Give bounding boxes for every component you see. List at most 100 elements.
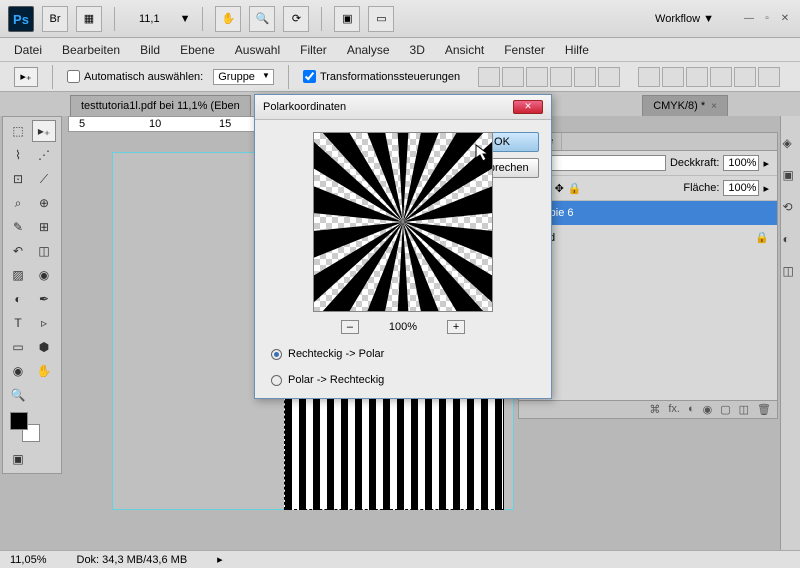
3d-tool[interactable]: ⬢: [32, 336, 56, 358]
auto-select-dropdown[interactable]: Gruppe: [213, 69, 274, 85]
tools-panel: ⬚ ▸₊ ⌇ ⋰ ⊡ ⟋ ⌕ ⊕ ✎ ⊞ ↶ ◫ ▨ ◉ ◐ ✒ T ▹ ▭ ⬢…: [2, 116, 62, 474]
layers-panel: Pfade Deckkraft: 100% ▸ ⬚ ✎ ✥ 🔒 Fläche: …: [518, 132, 778, 419]
status-doc[interactable]: Dok: 34,3 MB/43,6 MB: [77, 554, 188, 566]
dialog-title: Polarkoordinaten: [263, 101, 346, 113]
zoom-tool[interactable]: 🔍: [6, 384, 30, 406]
new-layer-icon[interactable]: ◫: [739, 403, 749, 416]
chevron-down-icon[interactable]: ▼: [180, 13, 191, 25]
mini-bridge-button[interactable]: ▦: [76, 6, 102, 32]
bridge-button[interactable]: Br: [42, 6, 68, 32]
path-tool[interactable]: ▹: [32, 312, 56, 334]
marquee-tool[interactable]: ⬚: [6, 120, 30, 142]
menu-auswahl[interactable]: Auswahl: [235, 43, 280, 57]
fx-icon[interactable]: fx.: [668, 403, 680, 416]
fill-value[interactable]: 100%: [723, 180, 759, 196]
menu-ebene[interactable]: Ebene: [180, 43, 215, 57]
transform-controls-checkbox[interactable]: Transformationssteuerungen: [303, 70, 460, 83]
color-swatches[interactable]: [10, 412, 40, 442]
panels-dock: Pfade Deckkraft: 100% ▸ ⬚ ✎ ✥ 🔒 Fläche: …: [518, 132, 778, 421]
move-lock-icon[interactable]: ✥: [555, 182, 564, 195]
layer-row[interactable]: grund 🔒: [519, 225, 777, 250]
eyedropper-tool[interactable]: ⌕: [6, 192, 30, 214]
history-brush-tool[interactable]: ↶: [6, 240, 30, 262]
zoom-in-button[interactable]: +: [447, 320, 465, 334]
preview-image[interactable]: [313, 132, 493, 312]
brush-tool[interactable]: ✎: [6, 216, 30, 238]
wand-tool[interactable]: ⋰: [32, 144, 56, 166]
link-icon[interactable]: ⌘: [649, 403, 660, 416]
radio-icon: [271, 349, 282, 360]
folder-icon[interactable]: ▢: [720, 403, 730, 416]
stamp-tool[interactable]: ⊞: [32, 216, 56, 238]
gradient-tool[interactable]: ▨: [6, 264, 30, 286]
menu-hilfe[interactable]: Hilfe: [565, 43, 589, 57]
menu-fenster[interactable]: Fenster: [504, 43, 545, 57]
dock-icon[interactable]: ◐: [783, 232, 799, 248]
dock-icon[interactable]: ◫: [783, 264, 799, 280]
status-zoom[interactable]: 11,05%: [10, 554, 47, 566]
dock-icon[interactable]: ⟲: [783, 200, 799, 216]
lasso-tool[interactable]: ⌇: [6, 144, 30, 166]
eraser-tool[interactable]: ◫: [32, 240, 56, 262]
zoom-out-button[interactable]: –: [341, 320, 359, 334]
lock-icon: 🔒: [755, 231, 769, 244]
menu-ansicht[interactable]: Ansicht: [445, 43, 484, 57]
dialog-close-button[interactable]: ✕: [513, 100, 543, 114]
opacity-value[interactable]: 100%: [723, 155, 759, 171]
hand-tool[interactable]: ✋: [32, 360, 56, 382]
dock-icon[interactable]: ◈: [783, 136, 799, 152]
layers-footer: ⌘ fx. ◐ ◉ ▢ ◫ 🗑: [519, 400, 777, 418]
heal-tool[interactable]: ⊕: [32, 192, 56, 214]
move-tool[interactable]: ▸₊: [32, 120, 56, 142]
mask-icon[interactable]: ◐: [688, 403, 695, 416]
menu-bearbeiten[interactable]: Bearbeiten: [62, 43, 120, 57]
zoom-display[interactable]: 11,1: [127, 11, 172, 27]
menu-filter[interactable]: Filter: [300, 43, 327, 57]
arrange-docs-icon[interactable]: ▣: [334, 6, 360, 32]
doc-tab-2[interactable]: CMYK/8) * ×: [642, 95, 728, 116]
distribute-group: [638, 67, 780, 87]
menu-bild[interactable]: Bild: [140, 43, 160, 57]
adjustment-icon[interactable]: ◉: [703, 403, 713, 416]
align-button[interactable]: [478, 67, 500, 87]
type-tool[interactable]: T: [6, 312, 30, 334]
dodge-tool[interactable]: ◐: [6, 288, 30, 310]
tab-close-icon[interactable]: ×: [711, 101, 717, 112]
chevron-down-icon[interactable]: ▸: [763, 157, 769, 170]
hand-tool-icon[interactable]: ✋: [215, 6, 241, 32]
slice-tool[interactable]: ⟋: [32, 168, 56, 190]
blur-tool[interactable]: ◉: [32, 264, 56, 286]
menu-datei[interactable]: Datei: [14, 43, 42, 57]
trash-icon[interactable]: 🗑: [757, 403, 771, 416]
camera-tool[interactable]: ◉: [6, 360, 30, 382]
shape-tool[interactable]: ▭: [6, 336, 30, 358]
maximize-icon[interactable]: ▫: [760, 13, 774, 25]
artwork-stripes[interactable]: [284, 380, 504, 510]
app-icon: Ps: [8, 6, 34, 32]
minimize-icon[interactable]: —: [742, 13, 756, 25]
preview-zoom: 100%: [389, 321, 417, 333]
auto-select-checkbox[interactable]: Automatisch auswählen:: [67, 70, 203, 83]
rotate-view-icon[interactable]: ⟳: [283, 6, 309, 32]
crop-tool[interactable]: ⊡: [6, 168, 30, 190]
align-group: [478, 67, 620, 87]
radio-rect-to-polar[interactable]: Rechteckig -> Polar: [267, 348, 539, 360]
menu-analyse[interactable]: Analyse: [347, 43, 390, 57]
doc-tab-1[interactable]: testtutoria1l.pdf bei 11,1% (Eben: [70, 95, 251, 116]
status-bar: 11,05% Dok: 34,3 MB/43,6 MB ▸: [0, 550, 800, 568]
radio-polar-to-rect[interactable]: Polar -> Rechteckig: [267, 374, 539, 386]
screen-mode-icon[interactable]: ▭: [368, 6, 394, 32]
zoom-tool-icon[interactable]: 🔍: [249, 6, 275, 32]
pen-tool[interactable]: ✒: [32, 288, 56, 310]
layer-row[interactable]: 1 Kopie 6: [519, 201, 777, 225]
close-icon[interactable]: ✕: [778, 13, 792, 25]
chevron-right-icon[interactable]: ▸: [217, 553, 223, 566]
quickmask-tool[interactable]: ▣: [6, 448, 30, 470]
dock-icon[interactable]: ▣: [783, 168, 799, 184]
lock-all-icon[interactable]: 🔒: [568, 182, 582, 195]
active-tool-icon[interactable]: ▸₊: [14, 67, 38, 87]
workspace-switcher[interactable]: Workflow ▼: [647, 9, 722, 29]
opacity-label: Deckkraft:: [670, 157, 720, 169]
chevron-down-icon[interactable]: ▸: [763, 182, 769, 195]
menu-3d[interactable]: 3D: [410, 43, 425, 57]
